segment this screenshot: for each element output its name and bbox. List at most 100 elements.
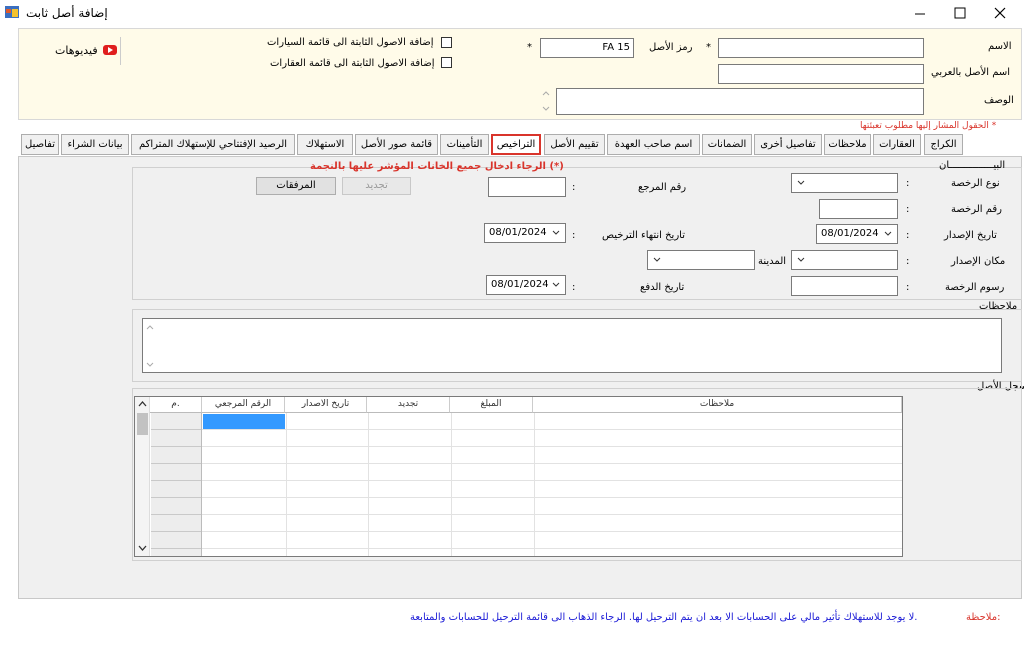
license-fees-label: رسوم الرخصة xyxy=(945,282,1005,293)
asset-code-label: رمز الأصل xyxy=(649,42,693,53)
footer-note-label: ملاحظة: xyxy=(966,612,1001,623)
videos-label: فيديوهات xyxy=(55,44,98,57)
chevron-down-icon xyxy=(797,257,805,262)
tab-depreciation[interactable]: الاستهلاك xyxy=(297,134,353,155)
close-icon xyxy=(994,7,1006,19)
colon: : xyxy=(572,230,576,241)
tab-other-details[interactable]: تفاصيل أخرى xyxy=(754,134,822,155)
tab-garage[interactable]: الكراج xyxy=(924,134,963,155)
chevron-down-icon xyxy=(552,230,560,235)
close-button[interactable] xyxy=(985,4,1015,22)
colon: : xyxy=(906,230,910,241)
renew-button[interactable]: تجديد xyxy=(342,177,411,195)
tab-realestate[interactable]: العقارات xyxy=(873,134,921,155)
divider xyxy=(120,37,121,65)
issue-date-picker[interactable]: 08/01/2024 xyxy=(816,224,898,244)
payment-date-picker[interactable]: 08/01/2024 xyxy=(486,275,566,295)
col-divider xyxy=(368,397,369,556)
chevron-up-icon xyxy=(138,401,147,407)
add-to-cars-checkbox[interactable] xyxy=(441,37,452,48)
col-header-notes[interactable]: ملاحظات xyxy=(533,397,902,413)
name-label: الاسم xyxy=(988,41,1012,52)
chevron-down-icon xyxy=(653,257,661,262)
tab-asset-images[interactable]: قائمة صور الأصل xyxy=(355,134,438,155)
window-title: إضافة أصل ثابت xyxy=(26,6,108,20)
issue-date-label: تاريخ الإصدار xyxy=(944,230,997,241)
col-divider xyxy=(534,397,535,556)
col-header-index[interactable]: م. xyxy=(150,397,202,413)
tab-licenses[interactable]: التراخيص xyxy=(491,134,541,155)
issue-place-label: مكان الإصدار xyxy=(951,256,1006,267)
license-type-select[interactable] xyxy=(791,173,898,193)
license-expiry-value: 08/01/2024 xyxy=(489,227,547,238)
col-header-renew[interactable]: تجديد xyxy=(367,397,450,413)
name-star: * xyxy=(706,42,711,53)
license-number-input[interactable] xyxy=(819,199,898,219)
col-header-issue-date[interactable]: تاريخ الاصدار xyxy=(285,397,367,413)
grid-rows[interactable] xyxy=(202,413,902,556)
license-expiry-picker[interactable]: 08/01/2024 xyxy=(484,223,566,243)
payment-date-value: 08/01/2024 xyxy=(491,279,549,290)
maximize-button[interactable] xyxy=(945,4,975,22)
city-select[interactable] xyxy=(647,250,755,270)
issue-place-select[interactable] xyxy=(791,250,898,270)
footer-note-text: لا يوجد للاستهلاك تأثير مالي على الحسابا… xyxy=(410,612,918,623)
reference-number-input[interactable] xyxy=(488,177,566,197)
asset-code-input[interactable]: FA 15 xyxy=(540,38,634,58)
arabic-name-input[interactable] xyxy=(718,64,924,84)
issue-date-value: 08/01/2024 xyxy=(821,228,879,239)
chevron-down-icon xyxy=(552,282,560,287)
scroll-thumb[interactable] xyxy=(137,413,148,435)
asset-code-star: * xyxy=(527,42,532,53)
add-to-realestate-checkbox[interactable] xyxy=(441,57,452,68)
name-input[interactable] xyxy=(718,38,924,58)
col-divider xyxy=(451,397,452,556)
minimize-icon xyxy=(915,13,925,15)
arabic-name-label: اسم الأصل بالعربي xyxy=(931,67,1011,78)
tab-guarantees[interactable]: الضمانات xyxy=(702,134,752,155)
minimize-button[interactable] xyxy=(905,4,935,22)
attachments-button[interactable]: المرفقات xyxy=(256,177,336,195)
tab-custodian[interactable]: اسم صاحب العهدة xyxy=(607,134,700,155)
tab-notes[interactable]: ملاحظات xyxy=(824,134,871,155)
tab-insurance[interactable]: التأمينات xyxy=(440,134,489,155)
colon: : xyxy=(572,282,576,293)
license-fees-input[interactable] xyxy=(791,276,898,296)
add-to-cars-label: إضافة الاصول الثابتة الى قائمة السيارات xyxy=(267,37,434,48)
col-header-amount[interactable]: المبلغ xyxy=(450,397,533,413)
scroll-arrows-icon xyxy=(146,325,154,367)
col-divider xyxy=(286,397,287,556)
header-panel: فيديوهات إضافة الاصول الثابتة الى قائمة … xyxy=(18,28,1022,120)
chevron-down-icon xyxy=(884,231,892,236)
tab-details[interactable]: تفاصيل xyxy=(21,134,59,155)
description-scroll[interactable] xyxy=(540,87,552,115)
city-label: المدينة xyxy=(758,256,787,267)
required-hint: الرجاء ادخال جميع الخانات المؤشر عليها ب… xyxy=(310,161,564,172)
chevron-down-icon xyxy=(797,180,805,185)
youtube-icon xyxy=(103,45,117,55)
reference-number-label: رقم المرجع xyxy=(638,182,687,193)
tab-asset-valuation[interactable]: تقييم الأصل xyxy=(544,134,605,155)
notes-textarea[interactable] xyxy=(142,318,1002,373)
chevron-down-icon xyxy=(138,545,147,551)
colon: : xyxy=(906,256,910,267)
colon: : xyxy=(906,178,910,189)
row-header-column xyxy=(151,413,202,556)
grid-scrollbar[interactable] xyxy=(135,397,150,556)
description-label: الوصف xyxy=(984,95,1014,106)
description-textarea[interactable] xyxy=(556,88,924,115)
license-section-title: البيـــــــــــــــان xyxy=(939,160,1006,171)
tab-opening-balance[interactable]: الرصيد الإفتتاحي للإستهلاك المتراكم xyxy=(131,134,295,155)
colon: : xyxy=(906,204,910,215)
asset-log-grid[interactable] xyxy=(134,396,903,557)
tab-purchase-data[interactable]: بيانات الشراء xyxy=(61,134,129,155)
selected-cell[interactable] xyxy=(203,414,285,429)
colon: : xyxy=(572,182,576,193)
license-expiry-label: تاريخ انتهاء الترخيص xyxy=(602,230,686,241)
maximize-icon xyxy=(954,7,966,19)
scroll-arrows-icon xyxy=(542,91,550,111)
license-type-label: نوع الرخصة xyxy=(951,178,1000,189)
col-header-reference[interactable]: الرقم المرجعي xyxy=(202,397,285,413)
license-number-label: رقم الرخصة xyxy=(951,204,1003,215)
title-bar: إضافة أصل ثابت xyxy=(0,0,1024,26)
